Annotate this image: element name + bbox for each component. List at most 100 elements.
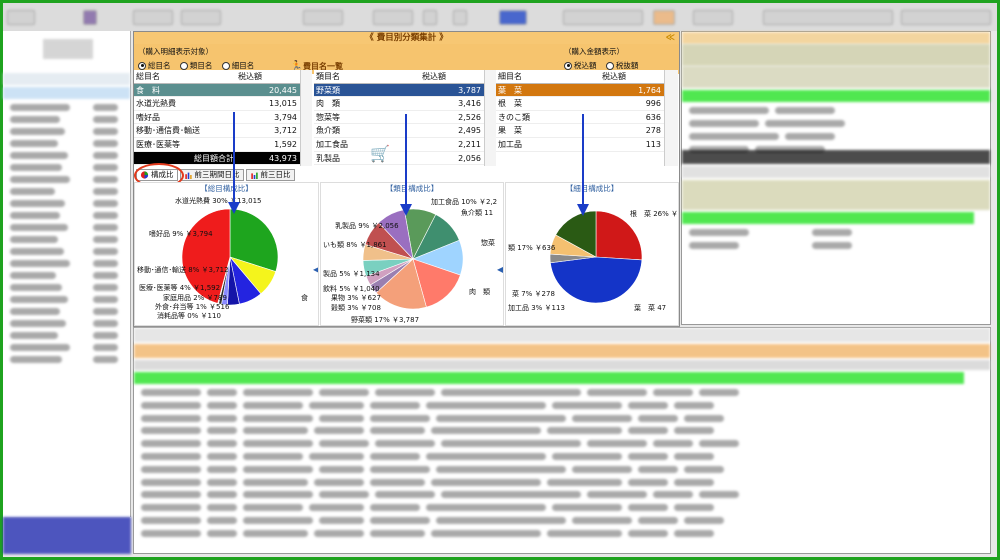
slice-label: 果物 3% ￥627	[331, 294, 381, 302]
detail-target-group: （購入明細表示対象） 総目名 類目名 細目名	[138, 46, 261, 72]
right-sub-selected-row[interactable]	[682, 212, 974, 224]
slice-label: 水道光熱費 30% ￥13,015	[175, 197, 262, 205]
chart-title: 【類目構成比】	[385, 184, 439, 193]
bottom-selected-row[interactable]	[134, 372, 964, 384]
right-panel	[681, 31, 991, 325]
right-subheader	[682, 180, 990, 210]
right-selected-row[interactable]	[682, 90, 990, 102]
slice-label: 嗜好品 9% ￥3,794	[149, 230, 213, 238]
right-tabs	[682, 166, 990, 178]
table-row[interactable]: 惣菜等 2,526	[314, 111, 484, 125]
purchase-detail-panel	[133, 327, 991, 554]
toolbar-button[interactable]	[499, 10, 527, 25]
radio-dot	[564, 61, 572, 70]
table-row[interactable]: 水道光熱費 13,015	[134, 97, 300, 111]
table-row[interactable]: 野菜類 3,787	[314, 83, 484, 98]
table-row[interactable]: 嗜好品 3,794	[134, 111, 300, 125]
chart-panel-detail: 【細目構成比】 根 菜 26% ￥996 葉 菜 47 加工品 3% ￥113 …	[505, 182, 679, 326]
category-summary-panel: 《 費目別分類集計 》 ≪ （購入明細表示対象） 総目名 類目名 細目名 🏃 費…	[133, 31, 680, 327]
toolbar-icon[interactable]	[83, 10, 97, 25]
bottom-list	[138, 388, 978, 542]
blue-arrow-1	[228, 112, 240, 214]
radio-dot	[605, 61, 614, 70]
detail-target-label: （購入明細表示対象）	[138, 47, 213, 56]
amount-display-label: （購入金額表示）	[564, 47, 624, 56]
slice-label: 葉 菜 47	[634, 304, 667, 312]
slice-label: 魚介類 11	[461, 209, 494, 217]
left-summary-box	[3, 517, 131, 554]
table-row[interactable]: 加工食品 2,211	[314, 138, 484, 152]
table-row[interactable]: 肉 類 3,416	[314, 97, 484, 111]
table-row[interactable]: 葉 菜 1,764	[496, 83, 664, 98]
toolbar-button[interactable]	[133, 10, 173, 25]
amount-display-group: （購入金額表示） 税込額 税抜額	[564, 46, 645, 72]
slice-label: 食	[301, 294, 308, 302]
slice-label: 製品 5% ￥1,134	[323, 270, 380, 278]
toolbar-button[interactable]	[423, 10, 437, 25]
slice-label: 穀類 3% ￥708	[331, 304, 381, 312]
slice-label: 乳製品 9% ￥2,056	[335, 222, 399, 230]
toolbar-button[interactable]	[7, 10, 35, 25]
slice-label: 惣菜	[481, 239, 495, 247]
panel-title-text: 《 費目別分類集計 》	[365, 33, 448, 43]
right-total-bar	[682, 150, 990, 164]
tab-prev-day[interactable]: 前三日比	[245, 169, 295, 181]
slice-label: 加工品 3% ￥113	[508, 304, 565, 312]
left-list-selected-row[interactable]	[3, 87, 130, 99]
table-row[interactable]: 食 料 20,445	[134, 83, 300, 98]
chart-panel-sub: 【類目構成比】 加工食品 10% ￥2,2 魚介類 11 惣菜 肉 類 野菜類 …	[320, 182, 504, 326]
top-toolbar	[3, 3, 997, 31]
left-list	[7, 103, 127, 367]
blue-arrow-3	[577, 114, 589, 216]
table-header: 総目名 税込額	[134, 70, 300, 84]
left-panel	[3, 31, 131, 517]
right-sub-list	[686, 228, 976, 254]
slice-label: 菜 7% ￥278	[512, 290, 555, 298]
toolbar-button[interactable]	[653, 10, 675, 25]
table-header: 細目名 税込額	[496, 70, 664, 84]
chart-title: 【細目構成比】	[565, 184, 619, 193]
table-row[interactable]: 乳製品 2,056	[314, 152, 484, 166]
chart-panel-main: 【総目構成比】 水道光熱費 30% ￥13,015 嗜好品 9% ￥3,794 …	[134, 182, 319, 326]
slice-label: 医療･医薬等 4% ￥1,592	[139, 284, 221, 292]
radio-dot	[138, 61, 146, 70]
right-header	[682, 66, 990, 88]
slice-label: 消耗品等 0% ￥110	[157, 312, 221, 320]
expand-arrow-icon[interactable]: ◀	[497, 265, 503, 274]
pie-slice-葉菜	[550, 256, 643, 304]
right-title-bar	[682, 32, 990, 44]
table-row[interactable]: 医療･医薬等 1,592	[134, 138, 300, 152]
toolbar-button[interactable]	[901, 10, 991, 25]
toolbar-button[interactable]	[693, 10, 733, 25]
toolbar-button[interactable]	[373, 10, 413, 25]
slice-label: 類 17% ￥636	[508, 244, 556, 252]
toolbar-button[interactable]	[563, 10, 643, 25]
table-header: 類目名 税込額	[314, 70, 484, 84]
table-row[interactable]: 根 菜 996	[496, 97, 664, 111]
table3-scrollbar[interactable]	[664, 70, 678, 166]
bottom-header	[134, 360, 990, 370]
bar-chart-icon	[184, 172, 192, 179]
table2-scrollbar[interactable]	[484, 70, 496, 166]
expand-arrow-icon[interactable]: ◀	[313, 265, 318, 274]
radio-dot	[221, 61, 230, 70]
toolbar-button[interactable]	[453, 10, 467, 25]
toolbar-button[interactable]	[763, 10, 893, 25]
table1-scrollbar[interactable]	[300, 70, 312, 166]
table-row[interactable]: 魚介類 2,495	[314, 124, 484, 138]
blue-arrow-2	[400, 114, 412, 216]
collapse-button[interactable]: ≪	[666, 32, 675, 44]
toolbar-button[interactable]	[303, 10, 343, 25]
table-row[interactable]: 移動･通信費･輸送 3,712	[134, 124, 300, 138]
slice-label: 肉 類	[469, 288, 490, 296]
slice-label: 移動･通信･輸送 8% ￥3,712	[137, 266, 229, 274]
left-header-control[interactable]	[43, 39, 93, 59]
bar-chart-icon	[250, 172, 258, 179]
sub-category-table: 類目名 税込額 野菜類 3,787 肉 類 3,416 惣菜等 2,526 魚介類 2,4…	[314, 70, 484, 166]
bottom-title-bar	[134, 344, 990, 358]
toolbar-button[interactable]	[181, 10, 221, 25]
slice-label: 野菜類 17% ￥3,787	[351, 316, 420, 324]
cursor-cart-icon: 🛒	[370, 144, 390, 163]
main-category-table: 総目名 税込額 食 料 20,445 水道光熱費 13,015 嗜好品 3,794 移動…	[134, 70, 300, 166]
radio-dot	[179, 61, 188, 70]
